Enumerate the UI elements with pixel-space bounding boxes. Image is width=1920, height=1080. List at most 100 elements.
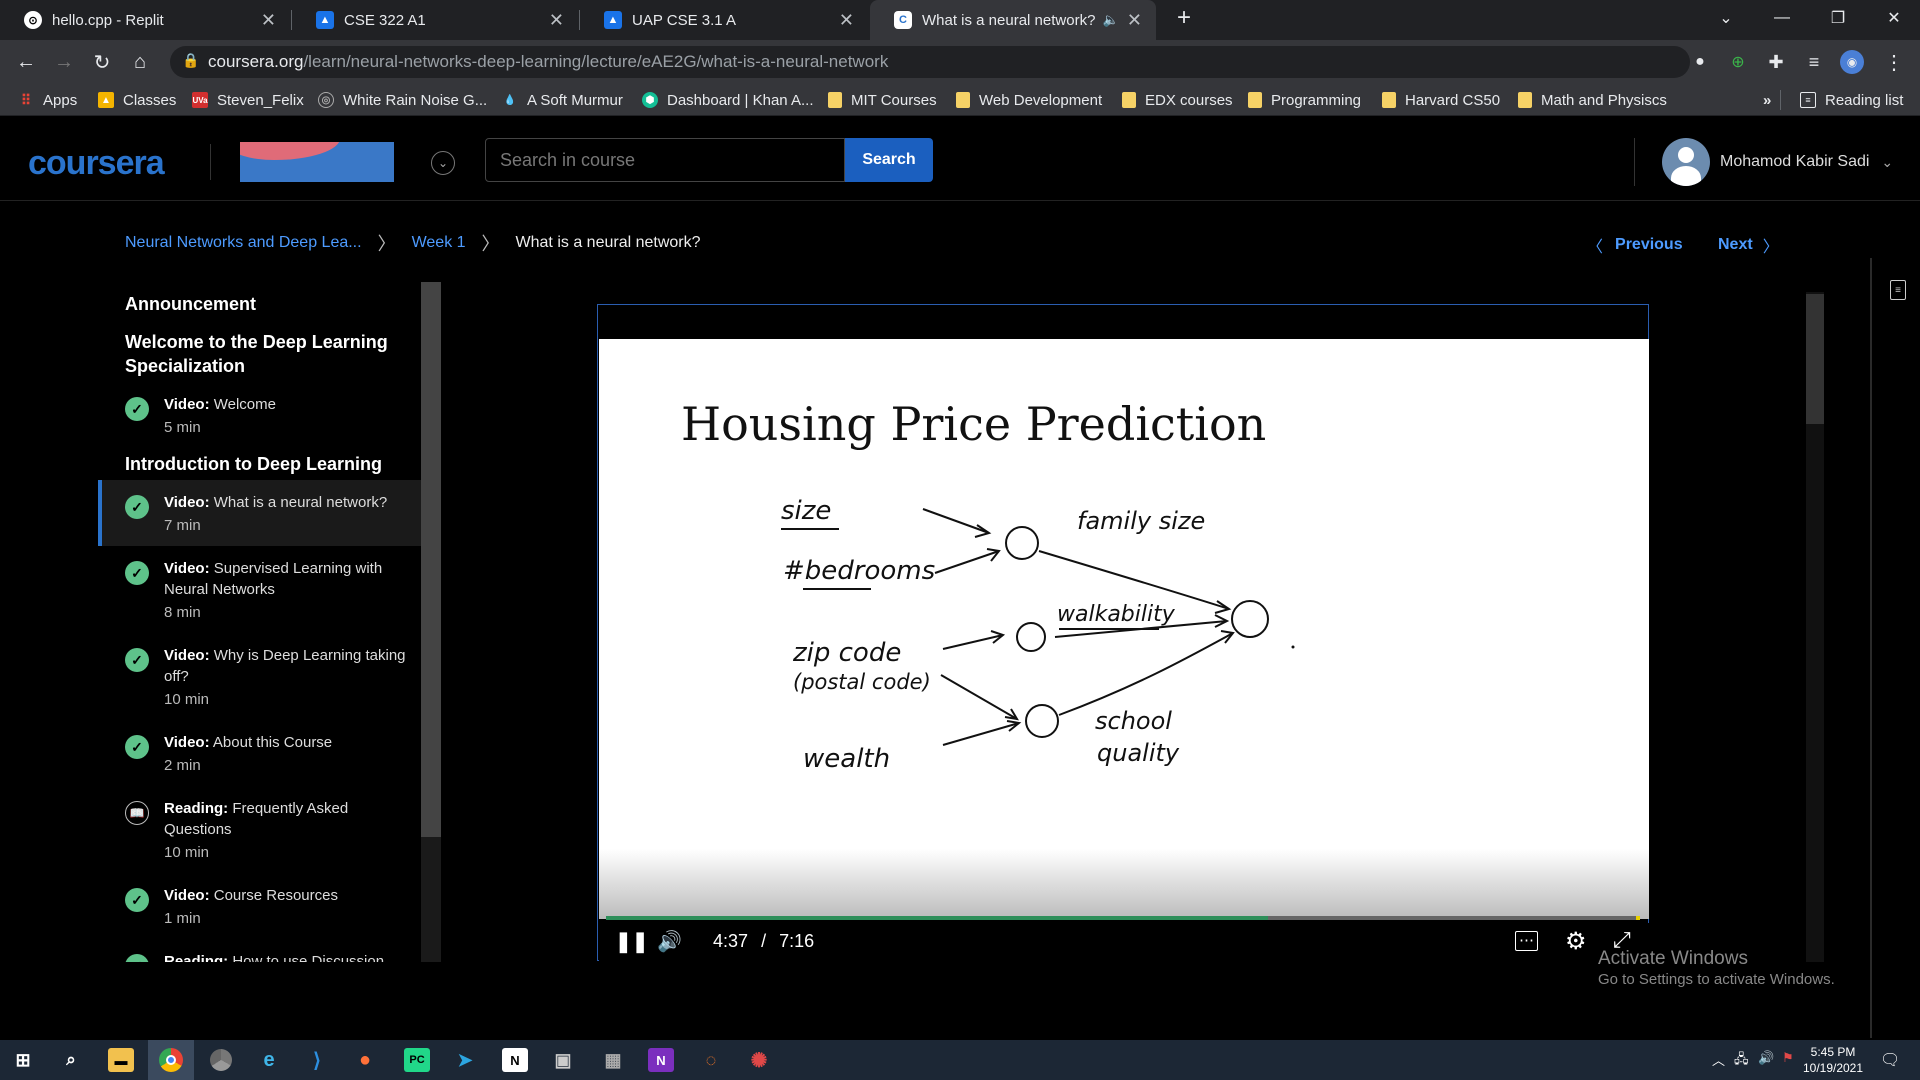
edge-icon[interactable]: e (256, 1048, 282, 1072)
telegram-icon[interactable]: ➤ (452, 1048, 478, 1072)
video-progress-bar[interactable] (606, 916, 1640, 920)
close-window-button[interactable]: ✕ (1866, 0, 1920, 36)
bookmark-soft-murmur[interactable]: 💧 A Soft Murmur (502, 90, 623, 110)
close-icon[interactable]: ✕ (839, 10, 854, 31)
captions-icon[interactable]: ⋯ (1515, 931, 1538, 951)
search-icon[interactable]: ⌕ (58, 1048, 84, 1072)
vscode-icon[interactable]: ⟩ (304, 1048, 330, 1072)
outline-item[interactable]: ✓ Reading: How to use Discussion (98, 939, 422, 962)
bookmark-khan[interactable]: ⬢ Dashboard | Khan A... (642, 90, 814, 110)
chevron-down-icon[interactable]: ⌄ (431, 151, 455, 175)
bookmark-steven[interactable]: UVa Steven_Felix (192, 90, 304, 110)
close-icon[interactable]: ✕ (1127, 10, 1142, 31)
onenote-icon[interactable]: N (648, 1048, 674, 1072)
notification-icon[interactable]: 🗨 (1880, 1050, 1900, 1070)
item-type: Video: (164, 647, 210, 664)
outline-item[interactable]: ✓ Video: About this Course 2 min (98, 720, 422, 786)
file-explorer-icon[interactable]: ▬ (108, 1048, 134, 1072)
antivirus-icon[interactable]: ⚑ (1782, 1050, 1794, 1066)
address-bar[interactable]: 🔒 coursera.org/learn/neural-networks-dee… (170, 46, 1690, 78)
item-type: Reading: (164, 953, 229, 962)
user-menu[interactable]: Mohamod Kabir Sadi ⌄ (1662, 138, 1893, 186)
breadcrumb-course-link[interactable]: Neural Networks and Deep Lea... (125, 234, 362, 252)
forward-icon[interactable]: → (52, 50, 76, 74)
course-banner-image[interactable] (240, 142, 394, 182)
section-announcement[interactable]: Announcement (98, 292, 422, 316)
section-intro[interactable]: Introduction to Deep Learning (98, 452, 422, 476)
page-scrollbar[interactable] (1806, 292, 1824, 962)
gear-icon[interactable]: ⚙ (1565, 927, 1587, 956)
search-input[interactable] (485, 138, 845, 182)
bookmark-math[interactable]: Math and Physiscs (1518, 90, 1667, 110)
search-button[interactable]: Search (845, 138, 933, 182)
bookmark-mit[interactable]: MIT Courses (828, 90, 937, 110)
close-icon[interactable]: ✕ (549, 10, 564, 31)
sidebar-scrollbar[interactable] (421, 282, 441, 962)
reading-list-button[interactable]: ≡ Reading list (1800, 90, 1903, 110)
bookmark-programming[interactable]: Programming (1248, 90, 1361, 110)
network-icon[interactable]: 🖧 (1734, 1050, 1749, 1072)
coursera-logo[interactable]: coursera (28, 144, 165, 183)
item-title: About this Course (212, 734, 333, 751)
calculator-icon[interactable]: ▦ (600, 1048, 626, 1072)
scrollbar-thumb[interactable] (421, 282, 441, 837)
bookmark-apps[interactable]: ⠿ Apps (18, 90, 77, 110)
section-welcome[interactable]: Welcome to the Deep Learning Specializat… (98, 330, 398, 378)
tab-uap[interactable]: ▲ UAP CSE 3.1 A ✕ (580, 0, 868, 40)
tab-cse322[interactable]: ▲ CSE 322 A1 ✕ (292, 0, 578, 40)
outline-item[interactable]: ✓ Video: Why is Deep Learning taking off… (98, 633, 422, 720)
reload-icon[interactable]: ↻ (90, 50, 114, 74)
tab-coursera-active[interactable]: C What is a neural network? | C 🔈 ✕ (870, 0, 1156, 40)
bookmarks-overflow-button[interactable]: » (1763, 90, 1771, 110)
clock[interactable]: 5:45 PM 10/19/2021 (1800, 1044, 1866, 1076)
jupyter-icon[interactable]: ◌ (698, 1048, 724, 1072)
photos-icon[interactable]: ▣ (550, 1048, 576, 1072)
chrome-active-icon[interactable] (148, 1040, 194, 1080)
pycharm-icon[interactable]: PC (404, 1048, 430, 1072)
video-frame[interactable]: Housing Price Prediction size #bedrooms … (599, 339, 1649, 919)
volume-icon[interactable]: 🔊 (657, 929, 682, 954)
breadcrumb: Neural Networks and Deep Lea... 〉 Week 1… (125, 231, 701, 255)
gear-app-icon[interactable]: ✺ (746, 1048, 772, 1072)
restore-button[interactable]: ❐ (1810, 0, 1866, 36)
minimize-button[interactable]: — (1754, 0, 1810, 36)
bookmarks-bar: ⠿ Apps ▲ Classes UVa Steven_Felix ◎ White Ra… (0, 84, 1920, 116)
menu-icon[interactable]: ⋮ (1882, 50, 1906, 74)
new-tab-button[interactable]: + (1156, 0, 1212, 36)
bookmark-webdev[interactable]: Web Development (956, 90, 1102, 110)
breadcrumb-week-link[interactable]: Week 1 (412, 234, 466, 252)
speaker-icon[interactable]: 🔊 (1758, 1050, 1774, 1066)
outline-item-welcome[interactable]: ✓ Video: Welcome 5 min (98, 382, 422, 448)
tab-search-icon[interactable]: ⌄ (1698, 0, 1754, 36)
pause-icon[interactable]: ❚❚ (615, 929, 649, 954)
notion-icon[interactable]: N (502, 1048, 528, 1072)
outline-item[interactable]: 📖 Reading: Frequently Asked Questions 10… (98, 786, 422, 873)
outline-item[interactable]: ✓ Video: Supervised Learning with Neural… (98, 546, 422, 633)
firefox-icon[interactable]: ● (352, 1048, 378, 1072)
outline-item-active[interactable]: ✓ Video: What is a neural network? 7 min (98, 480, 422, 546)
chevron-up-icon[interactable]: ︿ (1712, 1050, 1725, 1069)
bookmark-cs50[interactable]: Harvard CS50 (1382, 90, 1500, 110)
tab-replit[interactable]: ⊙ hello.cpp - Replit ✕ (0, 0, 290, 40)
profile-icon[interactable]: ◉ (1840, 50, 1864, 74)
completed-check-icon: ✓ (125, 735, 149, 759)
bookmark-edx[interactable]: EDX courses (1122, 90, 1233, 110)
home-icon[interactable]: ⌂ (128, 50, 152, 74)
extension-icon[interactable]: ● (1688, 50, 1712, 74)
close-icon[interactable]: ✕ (261, 10, 276, 31)
extensions-puzzle-icon[interactable]: ✚ (1764, 50, 1788, 74)
notes-icon[interactable]: ≡ (1890, 280, 1906, 300)
scrollbar-thumb[interactable] (1806, 294, 1824, 424)
bookmark-white-rain[interactable]: ◎ White Rain Noise G... (318, 90, 487, 110)
video-player[interactable]: Housing Price Prediction size #bedrooms … (597, 304, 1649, 961)
media-control-icon[interactable]: ≡ (1802, 50, 1826, 74)
outline-item[interactable]: ✓ Video: Course Resources 1 min (98, 873, 422, 939)
mute-tab-icon[interactable]: 🔈 (1103, 12, 1119, 28)
previous-button[interactable]: 〈 Previous (1587, 233, 1683, 257)
windows-start-icon[interactable]: ⊞ (10, 1048, 36, 1072)
extension-plus-icon[interactable]: ⊕ (1726, 50, 1750, 74)
back-icon[interactable]: ← (14, 50, 38, 74)
next-button[interactable]: Next 〉 (1718, 233, 1779, 257)
chrome-icon[interactable] (208, 1048, 234, 1072)
bookmark-classes[interactable]: ▲ Classes (98, 90, 176, 110)
